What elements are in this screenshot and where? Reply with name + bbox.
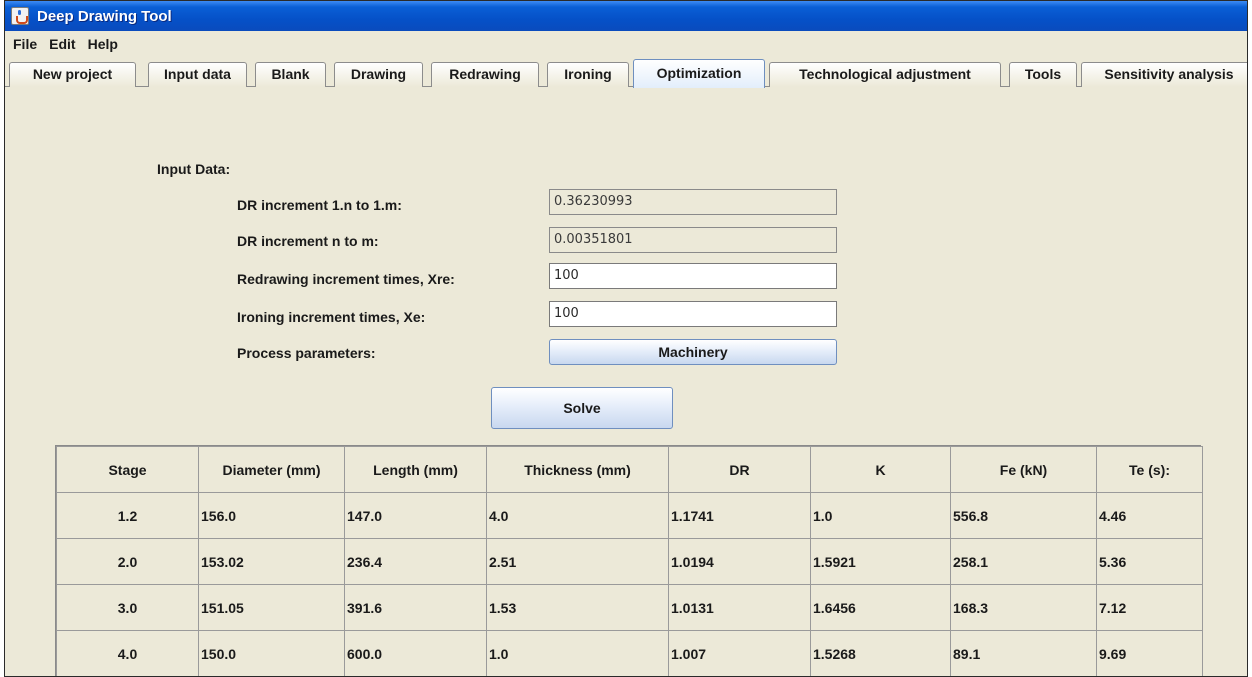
app-window: Deep Drawing Tool File Edit Help New pro…: [4, 0, 1248, 677]
thickness-cell[interactable]: 1.53: [486, 584, 669, 631]
menu-edit[interactable]: Edit: [43, 33, 81, 55]
tab-strip: New project Input data Blank Drawing Red…: [5, 59, 1247, 88]
dr-increment-1n-label: DR increment 1.n to 1.m:: [237, 197, 402, 213]
tab-technological-adjustment[interactable]: Technological adjustment: [769, 62, 1001, 87]
ironing-increment-label: Ironing increment times, Xe:: [237, 309, 426, 325]
k-cell[interactable]: 1.5268: [810, 630, 951, 676]
stage-cell[interactable]: 2.0: [56, 538, 199, 585]
column-header-dr[interactable]: DR: [668, 446, 811, 493]
dr-cell[interactable]: 1.0131: [668, 584, 811, 631]
results-table: Stage Diameter (mm) Length (mm) Thicknes…: [55, 445, 1203, 676]
menu-bar: File Edit Help: [5, 31, 1247, 57]
redrawing-increment-field[interactable]: 100: [549, 263, 837, 289]
dr-cell[interactable]: 1.0194: [668, 538, 811, 585]
tab-sensitivity-analysis[interactable]: Sensitivity analysis: [1081, 62, 1247, 87]
length-cell[interactable]: 147.0: [344, 492, 487, 539]
process-parameters-label: Process parameters:: [237, 345, 376, 361]
input-data-heading: Input Data:: [157, 161, 231, 177]
stage-cell[interactable]: 3.0: [56, 584, 199, 631]
column-header-diameter[interactable]: Diameter (mm): [198, 446, 345, 493]
te-cell[interactable]: 9.69: [1096, 630, 1203, 676]
tab-tools[interactable]: Tools: [1009, 62, 1077, 87]
te-cell[interactable]: 7.12: [1096, 584, 1203, 631]
redrawing-increment-label: Redrawing increment times, Xre:: [237, 271, 455, 287]
fe-cell[interactable]: 89.1: [950, 630, 1097, 676]
column-header-te[interactable]: Te (s):: [1096, 446, 1203, 493]
column-header-length[interactable]: Length (mm): [344, 446, 487, 493]
table-row[interactable]: 1.2 156.0 147.0 4.0 1.1741 1.0 556.8 4.4…: [56, 492, 1203, 539]
length-cell[interactable]: 600.0: [344, 630, 487, 676]
table-row[interactable]: 2.0 153.02 236.4 2.51 1.0194 1.5921 258.…: [56, 538, 1203, 585]
k-cell[interactable]: 1.6456: [810, 584, 951, 631]
java-cup-icon: [11, 7, 29, 25]
diameter-cell[interactable]: 151.05: [198, 584, 345, 631]
column-header-k[interactable]: K: [810, 446, 951, 493]
menu-help[interactable]: Help: [82, 33, 124, 55]
column-header-thickness[interactable]: Thickness (mm): [486, 446, 669, 493]
ironing-increment-field[interactable]: 100: [549, 301, 837, 327]
table-header-row: Stage Diameter (mm) Length (mm) Thicknes…: [56, 446, 1203, 493]
dr-cell[interactable]: 1.007: [668, 630, 811, 676]
dr-increment-n-field: 0.00351801: [549, 227, 837, 253]
te-cell[interactable]: 5.36: [1096, 538, 1203, 585]
table-row[interactable]: 3.0 151.05 391.6 1.53 1.0131 1.6456 168.…: [56, 584, 1203, 631]
tab-new-project[interactable]: New project: [9, 62, 136, 87]
machinery-button[interactable]: Machinery: [549, 339, 837, 365]
diameter-cell[interactable]: 153.02: [198, 538, 345, 585]
tab-blank[interactable]: Blank: [255, 62, 326, 87]
diameter-cell[interactable]: 150.0: [198, 630, 345, 676]
diameter-cell[interactable]: 156.0: [198, 492, 345, 539]
thickness-cell[interactable]: 2.51: [486, 538, 669, 585]
dr-increment-1n-field: 0.36230993: [549, 189, 837, 215]
window-title: Deep Drawing Tool: [37, 7, 172, 25]
thickness-cell[interactable]: 1.0: [486, 630, 669, 676]
stage-cell[interactable]: 4.0: [56, 630, 199, 676]
tab-drawing[interactable]: Drawing: [334, 62, 423, 87]
column-header-stage[interactable]: Stage: [56, 446, 199, 493]
thickness-cell[interactable]: 4.0: [486, 492, 669, 539]
dr-cell[interactable]: 1.1741: [668, 492, 811, 539]
title-bar[interactable]: Deep Drawing Tool: [5, 1, 1247, 31]
dr-increment-n-label: DR increment n to m:: [237, 233, 379, 249]
table-row[interactable]: 4.0 150.0 600.0 1.0 1.007 1.5268 89.1 9.…: [56, 630, 1203, 676]
k-cell[interactable]: 1.0: [810, 492, 951, 539]
tab-redrawing[interactable]: Redrawing: [431, 62, 539, 87]
tab-optimization[interactable]: Optimization: [633, 59, 765, 88]
solve-button[interactable]: Solve: [491, 387, 673, 429]
column-header-fe[interactable]: Fe (kN): [950, 446, 1097, 493]
fe-cell[interactable]: 168.3: [950, 584, 1097, 631]
te-cell[interactable]: 4.46: [1096, 492, 1203, 539]
fe-cell[interactable]: 556.8: [950, 492, 1097, 539]
tab-input-data[interactable]: Input data: [148, 62, 247, 87]
tab-ironing[interactable]: Ironing: [547, 62, 629, 87]
length-cell[interactable]: 236.4: [344, 538, 487, 585]
stage-cell[interactable]: 1.2: [56, 492, 199, 539]
optimization-panel: Input Data: DR increment 1.n to 1.m: 0.3…: [5, 87, 1247, 676]
fe-cell[interactable]: 258.1: [950, 538, 1097, 585]
menu-file[interactable]: File: [7, 33, 43, 55]
length-cell[interactable]: 391.6: [344, 584, 487, 631]
k-cell[interactable]: 1.5921: [810, 538, 951, 585]
